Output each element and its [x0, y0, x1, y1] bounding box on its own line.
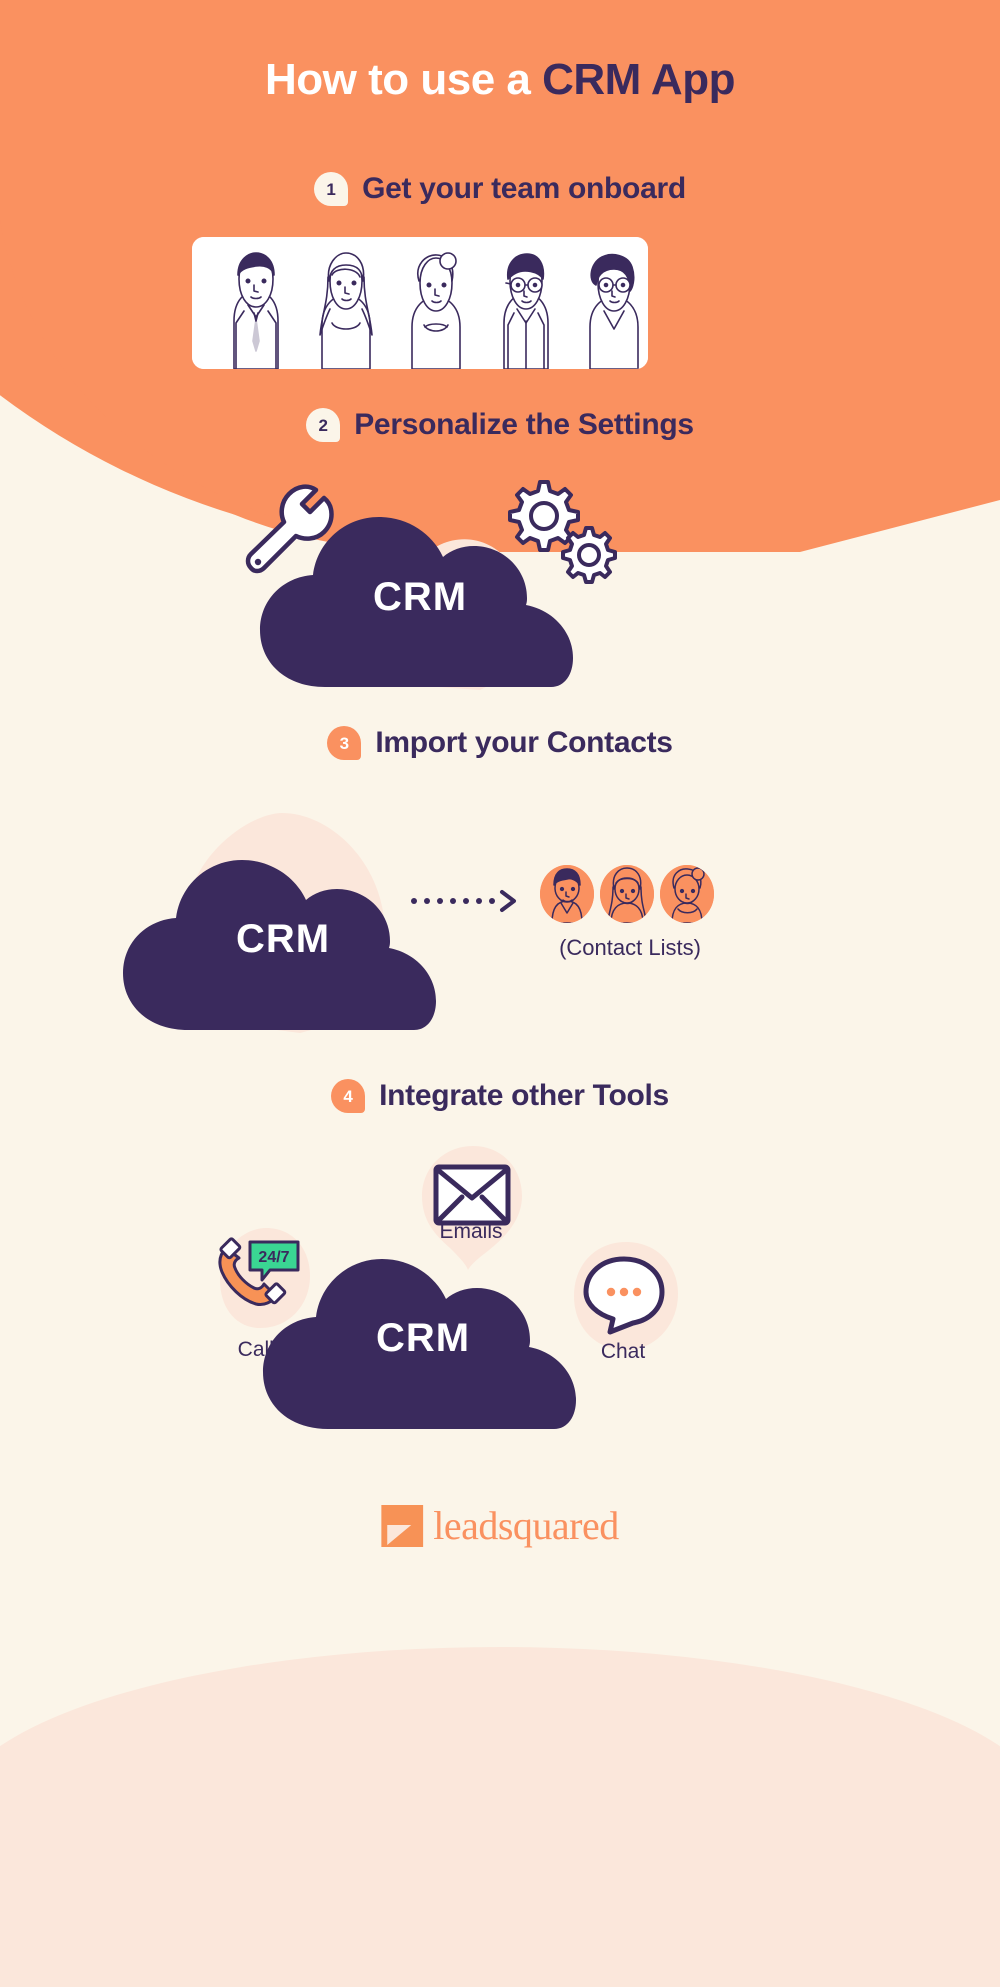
leadsquared-logo-mark [381, 1504, 424, 1547]
team-photo-card [192, 237, 648, 369]
step-2-badge: 2 [306, 408, 341, 442]
step-3-header: 3 Import your Contacts [0, 726, 1000, 760]
dotted-arrow-icon [411, 890, 516, 912]
settings-illustration: CRM [0, 470, 1000, 700]
emails-label: Emails [439, 1220, 503, 1243]
step-4-title: Integrate other Tools [379, 1079, 669, 1112]
leadsquared-wordmark: leadsquared [433, 1503, 619, 1548]
step-1-title: Get your team onboard [362, 172, 686, 205]
step-1-header: 1 Get your team onboard [0, 172, 1000, 206]
crm-cloud-contacts-label: CRM [235, 917, 331, 961]
page-title: How to use a CRM App [0, 55, 1000, 105]
team-illustration [192, 237, 648, 369]
infographic-canvas: How to use a CRM App 1 Get your team onb… [0, 0, 1000, 1987]
leadsquared-logo[interactable]: leadsquared [381, 1502, 619, 1549]
step-4-header: 4 Integrate other Tools [0, 1079, 1000, 1113]
tools-illustration: 24/7 Calls Emails Chat CRM [0, 1140, 1000, 1440]
contacts-illustration: CRM (Contact Lists) [0, 795, 1000, 1055]
page-title-accent: CRM App [542, 55, 735, 104]
step-4-badge: 4 [331, 1079, 366, 1113]
contact-avatar [660, 865, 714, 923]
contact-avatar [600, 865, 654, 923]
chat-bubble-icon [583, 1256, 665, 1335]
step-1-badge: 1 [314, 172, 349, 206]
step-2-title: Personalize the Settings [354, 408, 694, 441]
step-3-badge: 3 [327, 726, 362, 760]
footer-arc [0, 1647, 1000, 1987]
step-2-header: 2 Personalize the Settings [0, 408, 1000, 442]
step-3-title: Import your Contacts [375, 726, 673, 759]
envelope-icon [433, 1164, 511, 1226]
contact-avatar [540, 865, 594, 923]
contact-avatar-group [540, 865, 714, 923]
crm-cloud-settings-label: CRM [372, 575, 468, 619]
contact-lists-caption: (Contact Lists) [559, 935, 701, 960]
crm-cloud-tools-label: CRM [375, 1316, 471, 1360]
page-title-lead: How to use a [265, 55, 543, 104]
